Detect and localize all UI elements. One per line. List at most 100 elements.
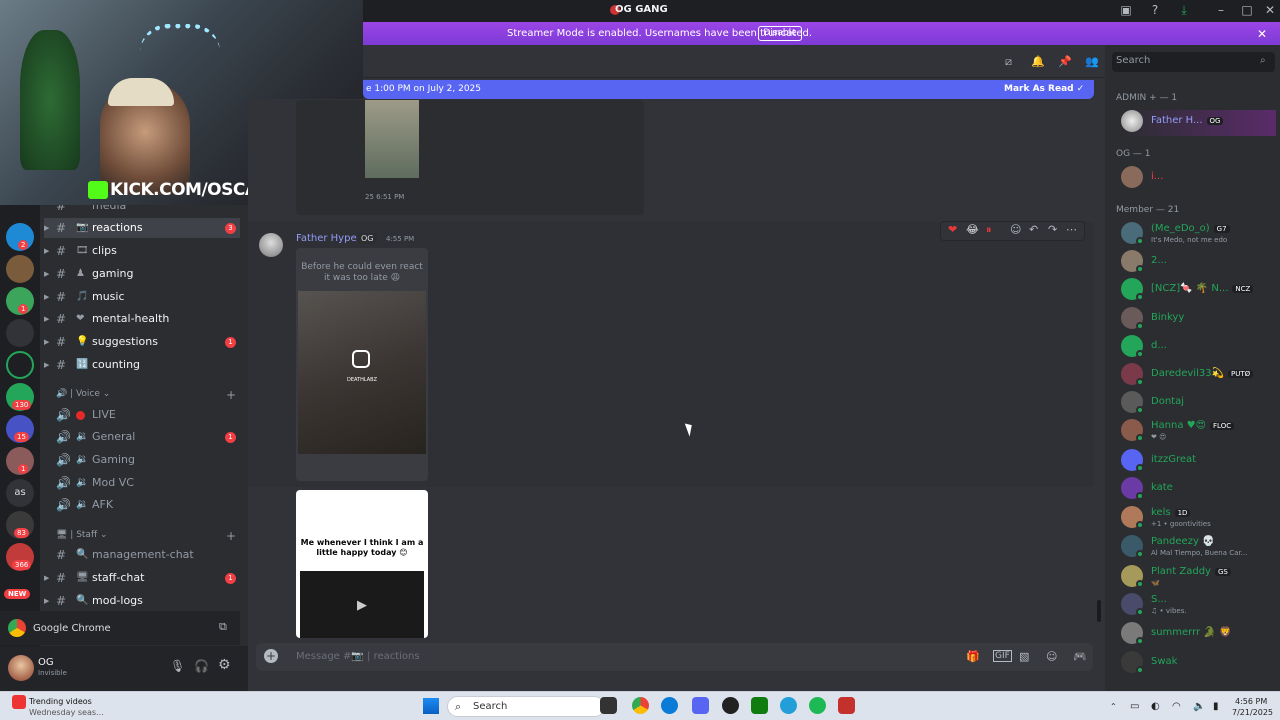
emoji-icon[interactable]: ☺ [1046,650,1057,663]
server-icon[interactable]: as [6,479,34,507]
category-voice[interactable]: 🔊 | Voice ⌄ [56,389,110,399]
channel-reactions[interactable]: ▶ # 📷 reactions 3 [44,218,240,238]
tray-icon[interactable]: ▭ [1130,701,1139,712]
edge-icon[interactable] [661,697,678,714]
chrome-icon[interactable] [632,697,649,714]
headphones-icon[interactable]: 🎧 [194,659,209,673]
channel-management-chat[interactable]: # 🔍 management-chat [44,545,240,565]
bell-icon[interactable]: 🔔 [1031,55,1045,68]
scrollbar[interactable] [1097,600,1101,622]
channel-staff-chat[interactable]: ▶ # 🖥 staff-chat 1 [44,568,240,588]
voice-mod-vc[interactable]: 🔊 🔉 Mod VC [44,473,240,493]
stream-icon[interactable]: ⧉ [219,620,227,634]
disable-button[interactable]: Disable [758,26,802,41]
pin-icon[interactable]: 📌 [1058,55,1072,68]
member-item[interactable]: kate [1121,477,1280,503]
add-attachment-icon[interactable]: + [264,649,278,663]
add-channel-icon[interactable]: + [226,388,236,402]
download-icon[interactable]: ⤓ [1177,3,1191,17]
volume-icon[interactable]: 🔈 [1193,701,1205,712]
member-item[interactable]: [NCZ]🍬 🌴 N... NCZ [1121,278,1280,304]
member-item[interactable]: Plant Zaddy GS 🦋 [1121,565,1280,591]
chevron-up-icon[interactable]: ⌃ [1110,702,1117,711]
member-item[interactable]: Dontaj [1121,391,1280,417]
member-item[interactable]: itzzGreat [1121,449,1280,475]
member-item[interactable]: Binkyy [1121,307,1280,333]
telegram-icon[interactable] [780,697,797,714]
member-item[interactable]: Father H... OG [1121,110,1276,136]
server-icon[interactable] [6,255,34,283]
windows-icon[interactable] [423,698,439,714]
channel-clips[interactable]: ▶ # 🎞 clips [44,241,240,261]
forward-icon[interactable]: ↷ [1048,223,1057,236]
search-input[interactable]: Search [1112,52,1275,72]
obs-icon[interactable] [722,697,739,714]
channel-mod-logs[interactable]: ▶ # 🔍 mod-logs [44,591,240,611]
video-preview[interactable] [298,291,426,454]
add-reaction-icon[interactable]: ☺ [1010,223,1021,236]
member-item[interactable]: Daredevil33💫 PUTØ [1121,363,1280,389]
minimize-icon[interactable]: – [1214,3,1228,17]
battery-icon[interactable]: ▮ [1213,701,1219,712]
widgets-icon[interactable] [12,695,26,709]
member-item[interactable]: d... [1121,335,1280,361]
xbox-icon[interactable] [751,697,768,714]
reply-icon[interactable]: ↶ [1029,223,1038,236]
laugh-reaction-icon[interactable]: 😂 [966,223,979,236]
voice-gaming[interactable]: 🔊 🔉 Gaming [44,450,240,470]
members-icon[interactable]: 👥 [1085,55,1099,68]
discord-icon[interactable] [692,697,709,714]
avatar[interactable] [259,233,283,257]
tray-icon[interactable]: ◐ [1151,701,1160,712]
channel-counting[interactable]: ▶ # 🔢 counting [44,355,240,375]
inbox-icon[interactable]: ▣ [1119,3,1133,17]
mark-as-read-button[interactable]: Mark As Read ✓ [1004,84,1084,94]
member-item[interactable]: Hanna ♥😍 FLOC ❤ 😍 [1121,419,1280,445]
close-icon[interactable]: ✕ [1257,27,1267,41]
member-item[interactable]: Pandeezy 💀 Al Mal Tiempo, Buena Car... [1121,535,1280,561]
spotify-icon[interactable] [809,697,826,714]
server-icon[interactable] [6,319,34,347]
app-icon[interactable] [838,697,855,714]
avatar[interactable] [8,655,34,681]
channel-suggestions[interactable]: ▶ # 💡 suggestions 1 [44,332,240,352]
member-item[interactable]: 2... [1121,250,1280,276]
channel-label: gaming [92,267,134,280]
member-item[interactable]: (Me_eDo_o) G7 It's Medo, not me edo [1121,222,1280,248]
taskbar-search[interactable]: Search [447,696,605,717]
help-icon[interactable]: ? [1148,3,1162,17]
clock-time[interactable]: 4:56 PM [1235,697,1267,706]
heart-reaction-icon[interactable]: ❤ [948,223,957,236]
category-staff[interactable]: 🖥 | Staff ⌄ [56,530,108,540]
channel-music[interactable]: ▶ # 🎵 music [44,287,240,307]
voice-live[interactable]: 🔊 LIVE [44,405,240,425]
apps-icon[interactable]: 🎮 [1073,650,1087,663]
member-item[interactable]: S... ♫ • vibes. [1121,593,1280,619]
gear-icon[interactable]: ⚙ [218,657,231,673]
close-window-icon[interactable]: ✕ [1263,3,1277,17]
sticker-icon[interactable]: ▧ [1019,650,1029,663]
play-icon[interactable]: ▶ [357,598,367,613]
member-item[interactable]: summerrr 🐊 🦁 [1121,622,1280,648]
member-item[interactable]: i... [1121,166,1280,192]
voice-afk[interactable]: 🔊 🔉 AFK [44,495,240,515]
pause-reaction-icon[interactable]: ⏸ [986,223,992,237]
member-item[interactable]: Swak [1121,651,1280,677]
maximize-icon[interactable]: □ [1240,3,1254,17]
voice-general[interactable]: 🔊 🔉 General 1 [44,427,240,447]
clock-date[interactable]: 7/21/2025 [1232,708,1273,717]
channel-mental-health[interactable]: ▶ # ❤ mental-health [44,309,240,329]
server-icon[interactable] [6,351,34,379]
add-channel-icon[interactable]: + [226,529,236,543]
gif-icon[interactable]: GIF [993,650,1012,662]
gift-icon[interactable]: 🎁 [966,650,980,663]
member-item[interactable]: kels 1D +1 • goontivities [1121,506,1280,532]
microphone-icon[interactable]: 🎙 [170,659,185,673]
channel-gaming[interactable]: ▶ # ♟ gaming [44,264,240,284]
threads-icon[interactable]: ⧄ [1005,55,1012,69]
task-view-icon[interactable] [600,697,617,714]
wifi-icon[interactable]: ◠ [1172,701,1181,712]
message-author[interactable]: Father Hype [296,233,357,244]
more-icon[interactable]: ⋯ [1066,223,1077,236]
attachment-thumbnail[interactable] [365,100,419,178]
